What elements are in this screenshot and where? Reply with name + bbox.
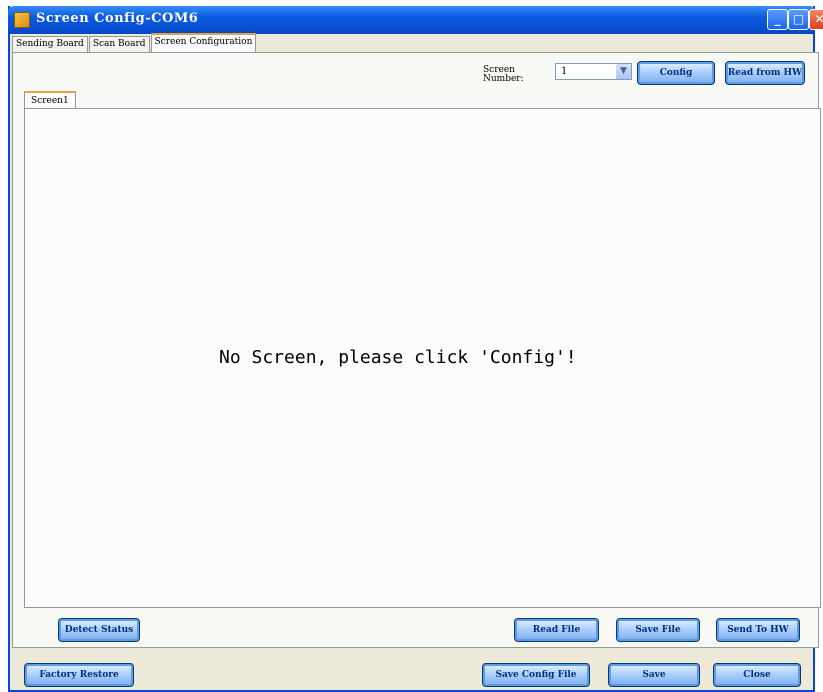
tab-screen1[interactable]: Screen1 <box>24 91 76 109</box>
window-title: Screen Config-COM6 <box>36 11 199 26</box>
screen-number-select[interactable]: 1 ▼ <box>555 63 632 80</box>
title-bar[interactable]: Screen Config-COM6 _ □ ✕ <box>8 6 823 34</box>
send-to-hw-button[interactable]: Send To HW <box>716 618 800 642</box>
config-button[interactable]: Config <box>637 61 715 85</box>
close-window-button[interactable]: ✕ <box>809 9 823 30</box>
no-screen-message: No Screen, please click 'Config'! <box>219 347 577 368</box>
screen-panel: No Screen, please click 'Config'! <box>24 108 821 608</box>
screen-number-value: 1 <box>561 66 568 77</box>
maximize-button[interactable]: □ <box>788 9 809 30</box>
screen-number-label: Screen Number: <box>483 65 524 84</box>
minimize-button[interactable]: _ <box>767 9 788 30</box>
chevron-down-icon[interactable]: ▼ <box>616 64 631 79</box>
read-file-button[interactable]: Read File <box>514 618 599 642</box>
read-from-hw-button[interactable]: Read from HW <box>725 61 805 85</box>
save-file-button[interactable]: Save File <box>616 618 700 642</box>
app-icon <box>14 12 30 28</box>
save-config-file-button[interactable]: Save Config File <box>482 663 590 687</box>
detect-status-button[interactable]: Detect Status <box>58 618 140 642</box>
close-button[interactable]: Close <box>713 663 801 687</box>
factory-restore-button[interactable]: Factory Restore <box>24 663 134 687</box>
save-button[interactable]: Save <box>608 663 700 687</box>
